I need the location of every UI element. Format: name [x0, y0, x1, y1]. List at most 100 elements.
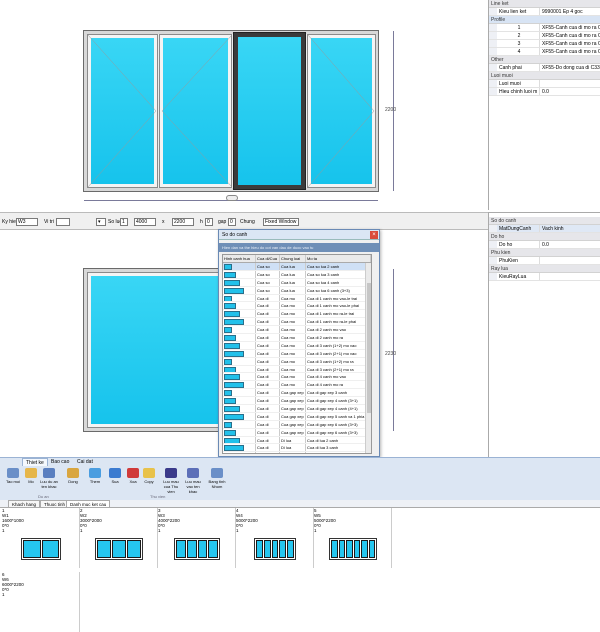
window-preview	[329, 538, 377, 560]
dropdown-arrow[interactable]: ▾	[96, 218, 106, 226]
width-input[interactable]: 4000	[134, 218, 156, 226]
top-design-canvas[interactable]: 2200	[0, 0, 488, 210]
table-row[interactable]: Cua di Cua mo Cua di 2 canh mo ra	[223, 334, 371, 342]
category-so-do-canh[interactable]: So do canh	[489, 217, 600, 225]
prop-row[interactable]: Canh phai XF55-Do dong cua di C332	[489, 64, 600, 72]
table-row[interactable]: Cua di Cua mo Cua di 3 canh (2+1) mo ra	[223, 365, 371, 374]
table-row[interactable]: Cua so Cua lua Cua so lua 2 canh	[223, 263, 371, 271]
column-header[interactable]: Mo ta	[306, 255, 371, 262]
close-icon[interactable]: ×	[370, 231, 378, 239]
prop-row[interactable]: KieuRayLua	[489, 273, 600, 281]
structure-thumbnail[interactable]: 1 W1 1600*1000 0*0 1	[2, 508, 80, 568]
tab-thuoc-tinh[interactable]: Thuoc tinh	[40, 500, 70, 508]
tab-cai-dat[interactable]: Cai dat	[74, 458, 96, 466]
save-as-button[interactable]: Luu du an ten khac	[38, 468, 60, 494]
prop-row[interactable]: 4 XF55-Canh cua di mo ra C	[489, 48, 600, 56]
table-row[interactable]: Cua di Cua mo Cua di 1 canh mo ra-le phai	[223, 318, 371, 327]
copy-button[interactable]: Copy	[138, 468, 160, 494]
prop-row[interactable]: Luoi muoi	[489, 80, 600, 88]
save-library-button[interactable]: Luu mau cua Thu vien	[160, 468, 182, 494]
table-row[interactable]: Cua so Cua lua Cua so lua 3 canh	[223, 270, 371, 279]
prop-row[interactable]: PhuKien	[489, 257, 600, 265]
table-row[interactable]: Cua di Cua mo Cua di 1 canh mo ra-le trai	[223, 310, 371, 319]
table-row[interactable]: Cua di Cua mo Cua di 3 canh (2+1) mo vao	[223, 349, 371, 358]
category-phu-kien[interactable]: Phu kien	[489, 249, 600, 257]
structure-thumbnail[interactable]: 4 W4 5000*2200 0*0 1	[236, 508, 314, 568]
window-preview-icon	[223, 310, 256, 318]
table-cell: Cua di 3 canh (1+2) mo vao	[306, 341, 371, 349]
table-row[interactable]: Cua so Cua lua Cua so lua 6 canh (3+3)	[223, 286, 371, 295]
prop-row[interactable]: Do ho 0.0	[489, 241, 600, 249]
table-row[interactable]: Cua diDi luaCua di lua 4 canh	[223, 452, 371, 453]
table-row[interactable]: Cua di Cua gap xep Cua di gap xep 4 canh (…	[223, 405, 371, 413]
column-header[interactable]: Chung loai	[280, 255, 306, 262]
table-row[interactable]: Cua di Cua mo Cua di 3 canh (1+2) mo vao	[223, 341, 371, 350]
close-folder-button[interactable]: Dong	[62, 468, 84, 494]
prop-row[interactable]: Hieu chinh luoi m 0.0	[489, 88, 600, 96]
ky-hieu-input[interactable]: W3	[16, 218, 38, 226]
glass-pane	[331, 540, 338, 558]
window-preview-icon	[223, 452, 256, 453]
gap-input[interactable]: 0	[228, 218, 236, 226]
add-button[interactable]: Them	[84, 468, 106, 494]
table-row[interactable]: Cua di Di lua Cua di lua 2 canh	[223, 436, 371, 445]
table-cell: Cua di	[256, 302, 280, 310]
table-row[interactable]: Cua di Cua mo Cua di 1 canh mo vao-le trai	[223, 294, 371, 303]
structure-thumbnail[interactable]: 5 W5 5000*2200 0*0 1	[314, 508, 392, 568]
category-line-ket[interactable]: Line ket	[489, 0, 600, 8]
new-icon	[7, 468, 19, 478]
column-header[interactable]: Hinh canh hua	[223, 255, 256, 262]
prop-row[interactable]: 2 XF55-Canh cua di mo ra C	[489, 32, 600, 40]
prop-row-selected[interactable]: MatDungCanh Vach kinh	[489, 225, 600, 233]
tab-danh-muc-ket-cau[interactable]: Danh muc ket cau	[66, 500, 111, 508]
window-thumb-icon	[224, 382, 244, 389]
table-cell: Cua so	[256, 278, 280, 286]
table-row[interactable]: Cua di Di lua Cua di lua 3 canh	[223, 444, 371, 453]
fixed-glass-panel[interactable]	[87, 272, 229, 428]
table-row[interactable]: Cua di Cua mo Cua di 2 canh mo vao	[223, 326, 371, 335]
vi-tri-input[interactable]	[56, 218, 70, 226]
table-row[interactable]: Cua di Cua mo Cua di 4 canh mo ra	[223, 381, 371, 390]
dialog-scrollbar[interactable]	[365, 263, 371, 453]
prop-row[interactable]: 1 XF55-Canh cua di mo ra C	[489, 24, 600, 32]
calc-button[interactable]: Bang tinh Nhom	[206, 468, 228, 494]
category-profile[interactable]: Profile	[489, 16, 600, 24]
table-row[interactable]: Cua di Cua gap xep Cua di gap xep 5 canh v…	[223, 412, 371, 421]
h-input[interactable]: 0	[205, 218, 213, 226]
category-other[interactable]: Other	[489, 56, 600, 64]
table-cell: Cua lua	[280, 263, 306, 270]
category-luoi-muoi[interactable]: Luoi muoi	[489, 72, 600, 80]
glass-pane	[256, 540, 263, 558]
height-input[interactable]: 2200	[172, 218, 194, 226]
column-header[interactable]: Cua di/Cua	[256, 255, 280, 262]
structure-thumbnail[interactable]: 6 W6 6000*2200 0*0 1	[2, 572, 80, 632]
category-do-ho[interactable]: Do ho	[489, 233, 600, 241]
structure-thumbnail[interactable]: 3 W3 4000*2200 0*0 1	[158, 508, 236, 568]
table-cell: Cua mo	[280, 349, 306, 357]
table-row[interactable]: Cua di Cua mo Cua di 1 canh mo vao-le phai	[223, 302, 371, 311]
table-row[interactable]: Cua di Cua gap xep Cua di gap xep 6 canh (…	[223, 420, 371, 429]
table-body: Cua so Cua lua Cua so lua 2 canh Cua so Cua …	[223, 263, 371, 453]
window-type-table[interactable]: Hinh canh hua Cua di/Cua Chung loai Mo t…	[222, 254, 372, 454]
ribbon-button-label: Them	[89, 479, 101, 484]
structure-thumbnail[interactable]: 2 W2 3000*2000 0*0 1	[80, 508, 158, 568]
ribbon-button-label: Copy	[144, 479, 154, 484]
scroll-handle[interactable]	[226, 195, 238, 201]
table-row[interactable]: Cua di Cua mo Cua di 3 canh (1+2) mo ra	[223, 357, 371, 366]
table-row[interactable]: Cua so Cua lua Cua so lua 4 canh	[223, 278, 371, 287]
tab-khach-hang[interactable]: Khach hang	[8, 500, 41, 508]
prop-row[interactable]: 3 XF55-Canh cua di mo ra C	[489, 40, 600, 48]
chung-loai-select[interactable]: Fixed Window	[263, 218, 299, 226]
table-cell: Cua mo	[280, 357, 306, 365]
category-ray-lua[interactable]: Ray lua	[489, 265, 600, 273]
so-luong-input[interactable]: 1	[120, 218, 128, 226]
table-row[interactable]: Cua di Cua gap xep Cua di gap xep 6 canh (…	[223, 428, 371, 437]
save-template-button[interactable]: Luu mau vao ten khac	[182, 468, 204, 494]
scroll-thumb[interactable]	[367, 283, 371, 413]
prop-row[interactable]: Kieu lien ket 9990001 Ep 4 goc	[489, 8, 600, 16]
table-row[interactable]: Cua di Cua mo Cua di 4 canh mo vao	[223, 373, 371, 382]
table-row[interactable]: Cua di Cua gap xep Cua di gap xep 4 canh (…	[223, 397, 371, 406]
tab-thiet-ke[interactable]: Thiet ke	[22, 458, 48, 466]
table-row[interactable]: Cua di Cua gap xep Cua di gap xep 3 canh	[223, 389, 371, 398]
tab-bao-cao[interactable]: Bao cao	[48, 458, 72, 466]
